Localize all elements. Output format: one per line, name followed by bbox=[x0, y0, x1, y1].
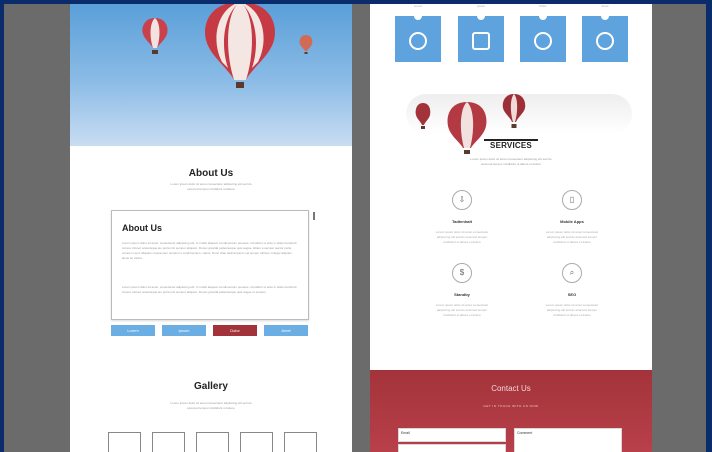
services-heading: SERVICES bbox=[370, 139, 652, 150]
email-field[interactable]: Email bbox=[398, 428, 506, 442]
service-text-line: incididunt ut labore et dolore bbox=[553, 240, 591, 244]
service-text-line: Lorem ipsum dolor sit amet consectetur bbox=[435, 230, 489, 234]
briefcase-icon[interactable] bbox=[458, 16, 504, 62]
about-heading: About Us bbox=[188, 168, 234, 179]
gallery-thumbnail[interactable] bbox=[108, 432, 141, 452]
scrollbar-thumb[interactable] bbox=[313, 212, 315, 220]
icon-card-label: Amet bbox=[601, 4, 609, 8]
service-title: Tadtenhalt bbox=[452, 219, 472, 224]
about-card-title: About Us bbox=[122, 223, 162, 233]
icon-card-label: Ipsum bbox=[476, 4, 486, 8]
contact-section: Contact Us GET IN TOUCH WITH US NOW Emai… bbox=[370, 370, 652, 452]
about-card: About Us Lorem ipsum dolor sit amet, con… bbox=[111, 210, 309, 320]
comment-field[interactable]: Comment bbox=[514, 428, 622, 452]
service-text-line: adipiscing elit sed do eiusmod tempor bbox=[436, 308, 488, 312]
gallery-thumbnail[interactable] bbox=[196, 432, 229, 452]
service-text-line: incididunt ut labore et dolore bbox=[553, 313, 591, 317]
services-intro-line: eiusmod tempor incididunt ut labore et d… bbox=[480, 162, 542, 166]
gallery-thumbnail[interactable] bbox=[152, 432, 185, 452]
service-text-line: adipiscing elit sed do eiusmod tempor bbox=[546, 235, 598, 239]
contact-subheading: GET IN TOUCH WITH US NOW bbox=[483, 404, 539, 408]
hot-air-balloon-icon bbox=[502, 94, 526, 128]
right-page-preview: Lorem Ipsum Dolor Amet SERVICES Lorem ip… bbox=[370, 4, 652, 452]
tab-button[interactable]: Lorem bbox=[111, 325, 155, 336]
dollar-icon: $ bbox=[452, 263, 472, 283]
icon-card-label: Lorem bbox=[413, 4, 423, 8]
about-intro-line: eiusmod tempor incididunt ut labore bbox=[187, 187, 235, 191]
puzzle-icon[interactable] bbox=[582, 16, 628, 62]
tab-button[interactable]: Ipsum bbox=[162, 325, 206, 336]
hot-air-balloon-icon bbox=[299, 35, 313, 54]
hot-air-balloon-icon bbox=[415, 103, 431, 129]
gallery-heading: Gallery bbox=[194, 381, 228, 392]
service-text-line: incididunt ut labore et dolore bbox=[443, 313, 481, 317]
service-text-line: Lorem ipsum dolor sit amet consectetur bbox=[545, 230, 599, 234]
gallery-thumbnail[interactable] bbox=[240, 432, 273, 452]
service-text-line: Lorem ipsum dolor sit amet consectetur bbox=[435, 303, 489, 307]
left-page-preview: About Us Lorem ipsum dolor sit amet cons… bbox=[70, 4, 352, 452]
gallery-intro-line: eiusmod tempor incididunt ut labore bbox=[187, 406, 235, 410]
robot-icon[interactable] bbox=[520, 16, 566, 62]
about-paragraph: Lorem ipsum dolor sit amet, consectetur … bbox=[122, 285, 297, 294]
name-field[interactable] bbox=[398, 444, 506, 452]
contact-heading: Contact Us bbox=[491, 384, 531, 393]
service-title: Mobile Apps bbox=[560, 219, 584, 224]
tab-button-active[interactable]: Dolor bbox=[213, 325, 257, 336]
service-title: Standby bbox=[454, 292, 470, 297]
phone-icon: ▯ bbox=[562, 190, 582, 210]
gallery-thumbnail[interactable] bbox=[284, 432, 317, 452]
hot-air-balloon-icon bbox=[142, 18, 168, 54]
service-text-line: adipiscing elit sed do eiusmod tempor bbox=[436, 235, 488, 239]
about-paragraph: Lorem ipsum dolor sit amet, consectetur … bbox=[122, 241, 297, 260]
search-icon: ⌕ bbox=[562, 263, 582, 283]
tab-button[interactable]: Amet bbox=[264, 325, 308, 336]
screenshot-stage: About Us Lorem ipsum dolor sit amet cons… bbox=[4, 4, 706, 452]
service-title: SEO bbox=[567, 292, 577, 297]
icon-card-label: Dolor bbox=[539, 4, 547, 8]
download-icon: ⇩ bbox=[452, 190, 472, 210]
hero-banner bbox=[70, 4, 352, 146]
hot-air-balloon-icon bbox=[205, 4, 275, 88]
service-text-line: incididunt ut labore et dolore bbox=[443, 240, 481, 244]
service-text-line: adipiscing elit sed do eiusmod tempor bbox=[546, 308, 598, 312]
service-text-line: Lorem ipsum dolor sit amet consectetur bbox=[545, 303, 599, 307]
smiley-icon[interactable] bbox=[395, 16, 441, 62]
